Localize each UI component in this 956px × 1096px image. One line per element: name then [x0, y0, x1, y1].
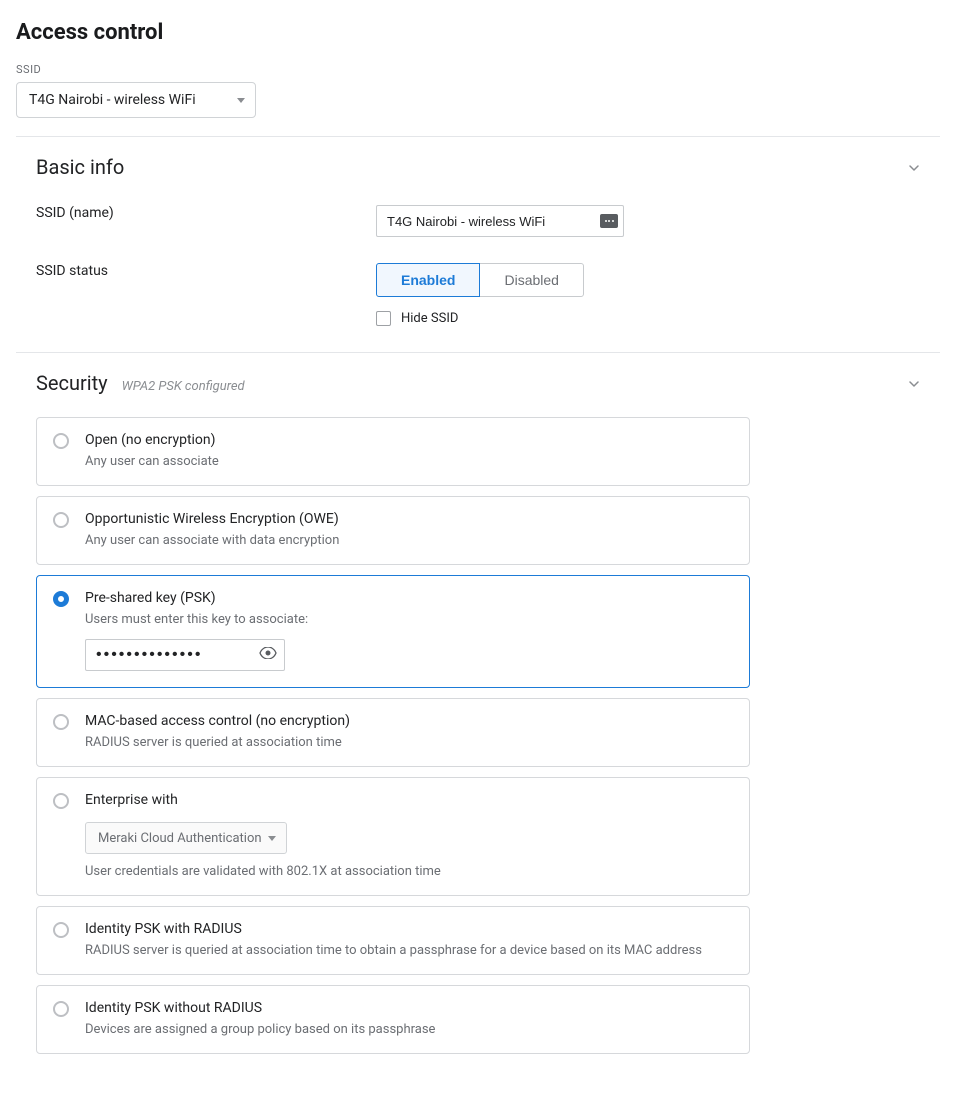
ssid-selector-value: T4G Nairobi - wireless WiFi: [29, 92, 196, 108]
basic-info-section: Basic info SSID (name) SSID status Enabl…: [16, 137, 940, 352]
option-title: Identity PSK without RADIUS: [85, 1000, 733, 1016]
ssid-selector-label: SSID: [16, 63, 940, 76]
radio-icon: [53, 433, 69, 449]
ssid-name-label: SSID (name): [36, 205, 376, 221]
security-option-ipsk-radius[interactable]: Identity PSK with RADIUS RADIUS server i…: [36, 906, 750, 975]
security-option-mac[interactable]: MAC-based access control (no encryption)…: [36, 698, 750, 767]
basic-info-title: Basic info: [36, 155, 124, 179]
security-option-enterprise[interactable]: Enterprise with Meraki Cloud Authenticat…: [36, 777, 750, 896]
option-title: Opportunistic Wireless Encryption (OWE): [85, 511, 733, 527]
radio-icon: [53, 591, 69, 607]
eye-icon[interactable]: [259, 647, 277, 663]
security-title: Security: [36, 371, 108, 395]
chevron-down-icon: [908, 378, 920, 394]
security-option-ipsk-no-radius[interactable]: Identity PSK without RADIUS Devices are …: [36, 985, 750, 1054]
chevron-down-icon: [908, 162, 920, 178]
option-desc: User credentials are validated with 802.…: [85, 864, 733, 879]
ssid-status-row: SSID status Enabled Disabled Hide SSID: [36, 263, 920, 326]
option-desc: RADIUS server is queried at association …: [85, 735, 733, 750]
more-options-icon[interactable]: [600, 214, 618, 228]
security-section: Security WPA2 PSK configured Open (no en…: [16, 353, 940, 1080]
option-title: Enterprise with: [85, 792, 733, 808]
option-title: Pre-shared key (PSK): [85, 590, 733, 606]
basic-info-header[interactable]: Basic info: [36, 155, 920, 179]
option-desc: Users must enter this key to associate:: [85, 612, 733, 627]
option-desc: Any user can associate with data encrypt…: [85, 533, 733, 548]
psk-password-input[interactable]: [85, 639, 285, 671]
radio-icon: [53, 1001, 69, 1017]
security-subtitle: WPA2 PSK configured: [122, 379, 245, 394]
disabled-button[interactable]: Disabled: [479, 263, 583, 297]
caret-down-icon: [268, 836, 276, 841]
option-title: MAC-based access control (no encryption): [85, 713, 733, 729]
ssid-status-toggle: Enabled Disabled: [376, 263, 584, 297]
option-desc: Any user can associate: [85, 454, 733, 469]
hide-ssid-row: Hide SSID: [376, 311, 584, 326]
security-option-owe[interactable]: Opportunistic Wireless Encryption (OWE) …: [36, 496, 750, 565]
hide-ssid-checkbox[interactable]: [376, 311, 391, 326]
option-title: Identity PSK with RADIUS: [85, 921, 733, 937]
ssid-selector[interactable]: T4G Nairobi - wireless WiFi: [16, 82, 256, 118]
ssid-name-input[interactable]: [376, 205, 624, 237]
radio-icon: [53, 714, 69, 730]
hide-ssid-label: Hide SSID: [401, 311, 458, 326]
radio-icon: [53, 922, 69, 938]
option-title: Open (no encryption): [85, 432, 733, 448]
security-option-open[interactable]: Open (no encryption) Any user can associ…: [36, 417, 750, 486]
ssid-status-label: SSID status: [36, 263, 376, 279]
radio-icon: [53, 512, 69, 528]
caret-down-icon: [237, 98, 245, 103]
page-title: Access control: [16, 20, 940, 45]
ssid-name-row: SSID (name): [36, 205, 920, 237]
security-header[interactable]: Security WPA2 PSK configured: [36, 371, 920, 395]
enterprise-auth-dropdown[interactable]: Meraki Cloud Authentication: [85, 822, 287, 854]
enabled-button[interactable]: Enabled: [376, 263, 480, 297]
option-desc: Devices are assigned a group policy base…: [85, 1022, 733, 1037]
security-options: Open (no encryption) Any user can associ…: [36, 417, 750, 1054]
enterprise-auth-value: Meraki Cloud Authentication: [98, 831, 262, 846]
radio-icon: [53, 793, 69, 809]
security-option-psk[interactable]: Pre-shared key (PSK) Users must enter th…: [36, 575, 750, 688]
option-desc: RADIUS server is queried at association …: [85, 943, 733, 958]
